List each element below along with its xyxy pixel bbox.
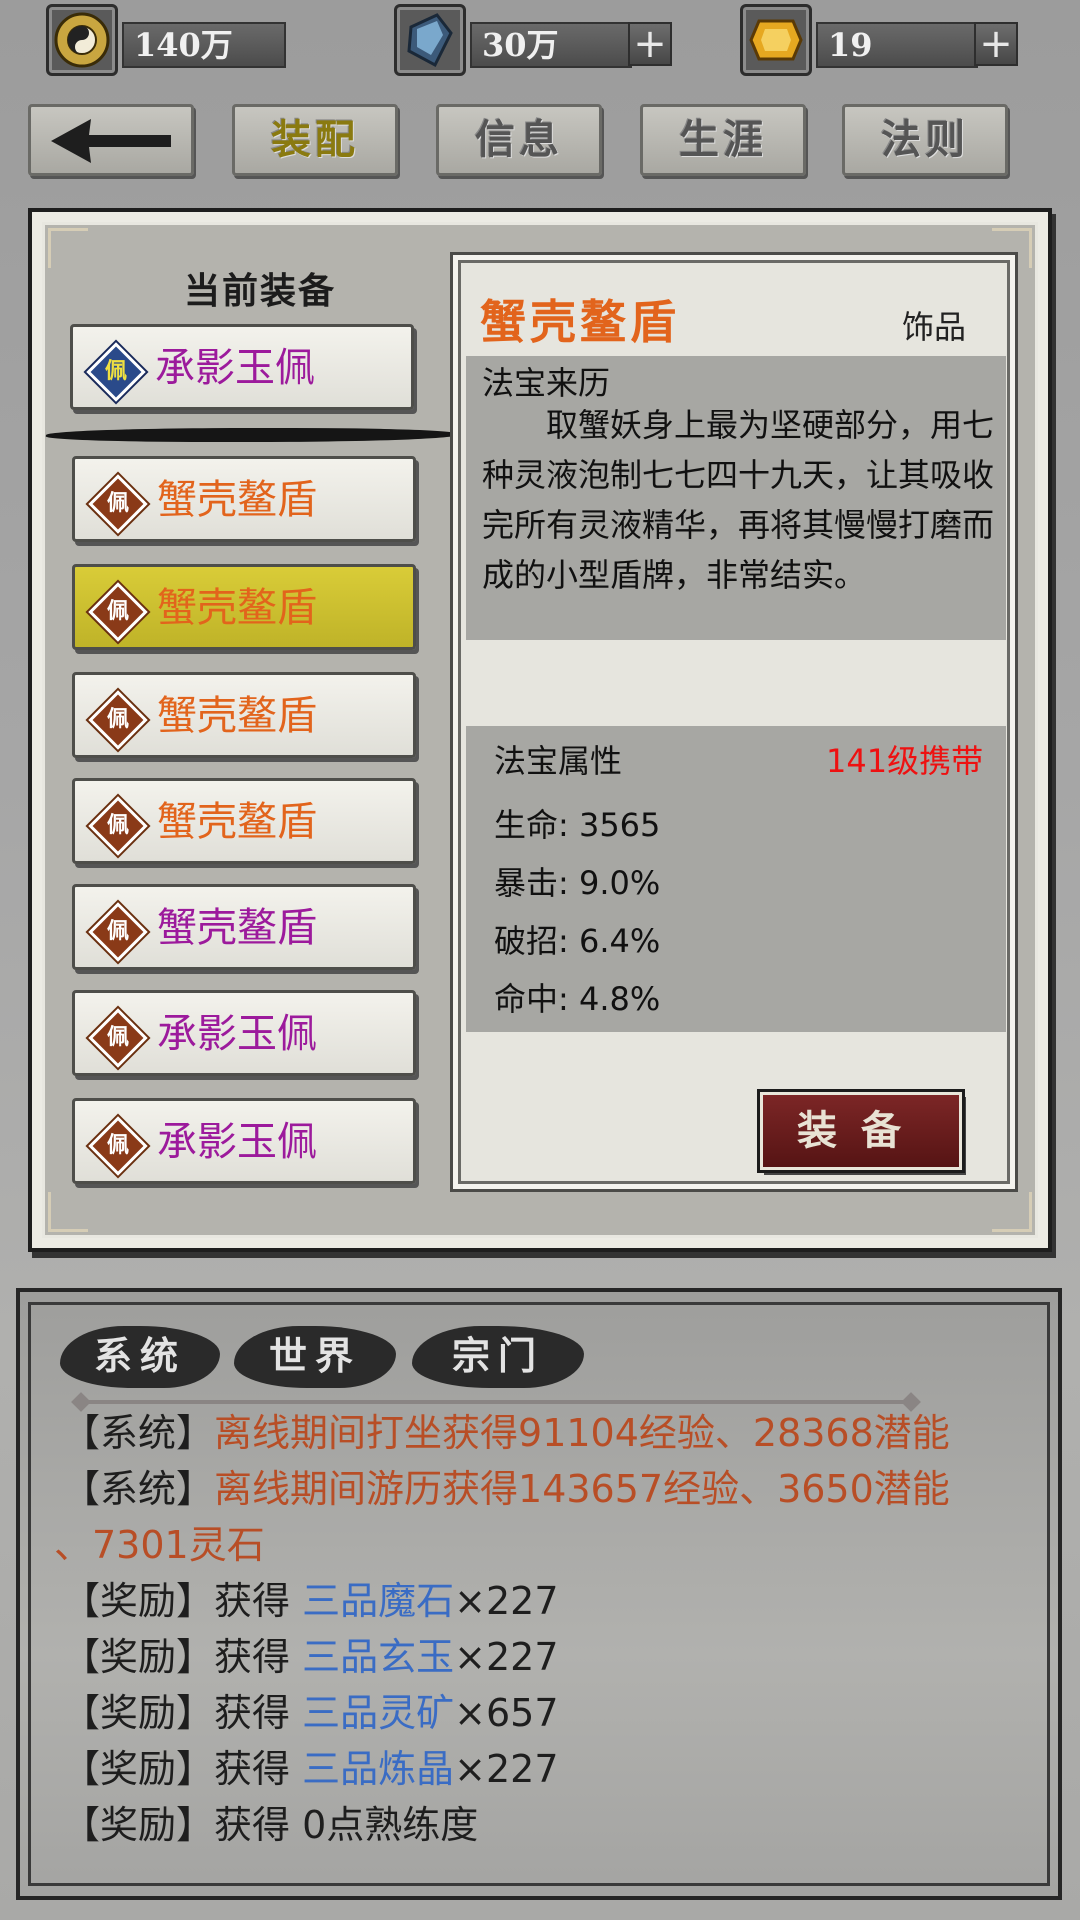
reward-quantity: ×227: [454, 1635, 559, 1679]
inventory-item[interactable]: 佩蟹壳鳌盾: [72, 778, 416, 864]
brush-divider: [44, 428, 458, 442]
back-button[interactable]: [28, 104, 194, 176]
frame-corner-ornament: [48, 1192, 88, 1232]
current-equipped-name: 承影玉佩: [155, 345, 315, 391]
chat-message: 【系统】离线期间打坐获得91104经验、28368潜能: [62, 1406, 950, 1460]
message-prefix: 获得: [214, 1579, 303, 1623]
pendant-emblem-icon: 佩: [88, 690, 148, 750]
reward-item-link[interactable]: 三品玄玉: [302, 1635, 454, 1679]
reward-item-link[interactable]: 三品魔石: [302, 1579, 454, 1623]
message-text: 离线期间打坐获得91104经验、28368潜能: [214, 1411, 950, 1455]
pendant-emblem-icon: 佩: [88, 1116, 148, 1176]
reward-quantity: ×657: [454, 1691, 559, 1735]
message-prefix: 获得 0点熟练度: [214, 1803, 479, 1847]
inventory-item-name: 承影玉佩: [157, 1119, 317, 1165]
frame-corner-ornament: [48, 228, 88, 268]
reward-quantity: ×227: [454, 1579, 559, 1623]
inventory-item[interactable]: 佩蟹壳鳌盾: [72, 884, 416, 970]
chat-tab-sect[interactable]: 宗门: [412, 1326, 584, 1388]
chat-tab-world[interactable]: 世界: [234, 1326, 396, 1388]
message-tag: 【奖励】: [62, 1635, 215, 1679]
inventory-item-name: 蟹壳鳌盾: [157, 693, 317, 739]
chat-separator: [78, 1400, 914, 1404]
pendant-emblem-icon: 佩: [88, 796, 148, 856]
inventory-item[interactable]: 佩蟹壳鳌盾: [72, 564, 416, 650]
pendant-emblem-icon: 佩: [86, 342, 146, 402]
reward-item-link[interactable]: 三品灵矿: [302, 1691, 454, 1735]
chat-message: 【奖励】获得 三品炼晶×227: [62, 1742, 559, 1796]
message-tag: 【奖励】: [62, 1747, 215, 1791]
tab-rules[interactable]: 法则: [842, 104, 1008, 176]
attr-hit: 命中: 4.8%: [494, 980, 661, 1018]
message-text: 、7301灵石: [54, 1523, 265, 1567]
pendant-emblem-icon: 佩: [88, 582, 148, 642]
reward-quantity: ×227: [454, 1747, 559, 1791]
chat-message: 【奖励】获得 三品玄玉×227: [62, 1630, 559, 1684]
chat-message: 【奖励】获得 0点熟练度: [62, 1798, 478, 1852]
item-detail-title: 蟹壳鳌盾: [480, 295, 680, 349]
taiji-coin-icon: [46, 4, 118, 76]
message-prefix: 获得: [214, 1747, 303, 1791]
inventory-item[interactable]: 佩蟹壳鳌盾: [72, 456, 416, 542]
gold-gem-icon: [740, 4, 812, 76]
inventory-item[interactable]: 佩承影玉佩: [72, 1098, 416, 1184]
message-tag: 【奖励】: [62, 1803, 215, 1847]
coins-value: 140万: [122, 22, 286, 68]
crystal-value: 30万: [470, 22, 632, 68]
attributes-label: 法宝属性: [494, 742, 623, 780]
chat-message: 【奖励】获得 三品灵矿×657: [62, 1686, 559, 1740]
chat-message: 【系统】离线期间游历获得143657经验、3650潜能: [62, 1462, 950, 1516]
inventory-item[interactable]: 佩承影玉佩: [72, 990, 416, 1076]
inventory-item[interactable]: 佩蟹壳鳌盾: [72, 672, 416, 758]
current-equipment-title: 当前装备: [183, 270, 336, 312]
inventory-item-name: 蟹壳鳌盾: [157, 799, 317, 845]
level-requirement: 141级携带: [826, 742, 984, 780]
add-gem-button[interactable]: +: [974, 22, 1018, 66]
chat-message: 【奖励】获得 三品魔石×227: [62, 1574, 559, 1628]
reward-item-link[interactable]: 三品炼晶: [302, 1747, 454, 1791]
equip-button[interactable]: 装备: [760, 1092, 962, 1170]
back-arrow-icon: [41, 119, 181, 181]
inventory-item-name: 承影玉佩: [157, 1011, 317, 1057]
message-tag: 【系统】: [62, 1467, 215, 1511]
tab-equip[interactable]: 装配: [232, 104, 398, 176]
add-crystal-button[interactable]: +: [628, 22, 672, 66]
inventory-item-name: 蟹壳鳌盾: [157, 585, 317, 631]
message-tag: 【奖励】: [62, 1579, 215, 1623]
inventory-item-name: 蟹壳鳌盾: [157, 905, 317, 951]
tab-career[interactable]: 生涯: [640, 104, 806, 176]
chat-tab-system[interactable]: 系统: [60, 1326, 220, 1388]
message-tag: 【奖励】: [62, 1691, 215, 1735]
current-equipped-item[interactable]: 佩 承影玉佩: [70, 324, 414, 410]
inventory-item-name: 蟹壳鳌盾: [157, 477, 317, 523]
attr-break: 破招: 6.4%: [494, 922, 661, 960]
chat-message: 、7301灵石: [54, 1518, 265, 1572]
message-tag: 【系统】: [62, 1411, 215, 1455]
attr-hp: 生命: 3565: [494, 806, 661, 844]
attr-crit: 暴击: 9.0%: [494, 864, 661, 902]
item-type-label: 饰品: [902, 308, 967, 346]
pendant-emblem-icon: 佩: [88, 474, 148, 534]
gem-value: 19: [816, 22, 978, 68]
message-text: 离线期间游历获得143657经验、3650潜能: [214, 1467, 950, 1511]
frame-corner-ornament: [992, 1192, 1032, 1232]
pendant-emblem-icon: 佩: [88, 902, 148, 962]
message-prefix: 获得: [214, 1635, 303, 1679]
message-prefix: 获得: [214, 1691, 303, 1735]
tab-info[interactable]: 信息: [436, 104, 602, 176]
pendant-emblem-icon: 佩: [88, 1008, 148, 1068]
blue-crystal-icon: [394, 4, 466, 76]
origin-description: 取蟹妖身上最为坚硬部分，用七种灵液泡制七七四十九天，让其吸收完所有灵液精华，再将…: [482, 406, 995, 594]
